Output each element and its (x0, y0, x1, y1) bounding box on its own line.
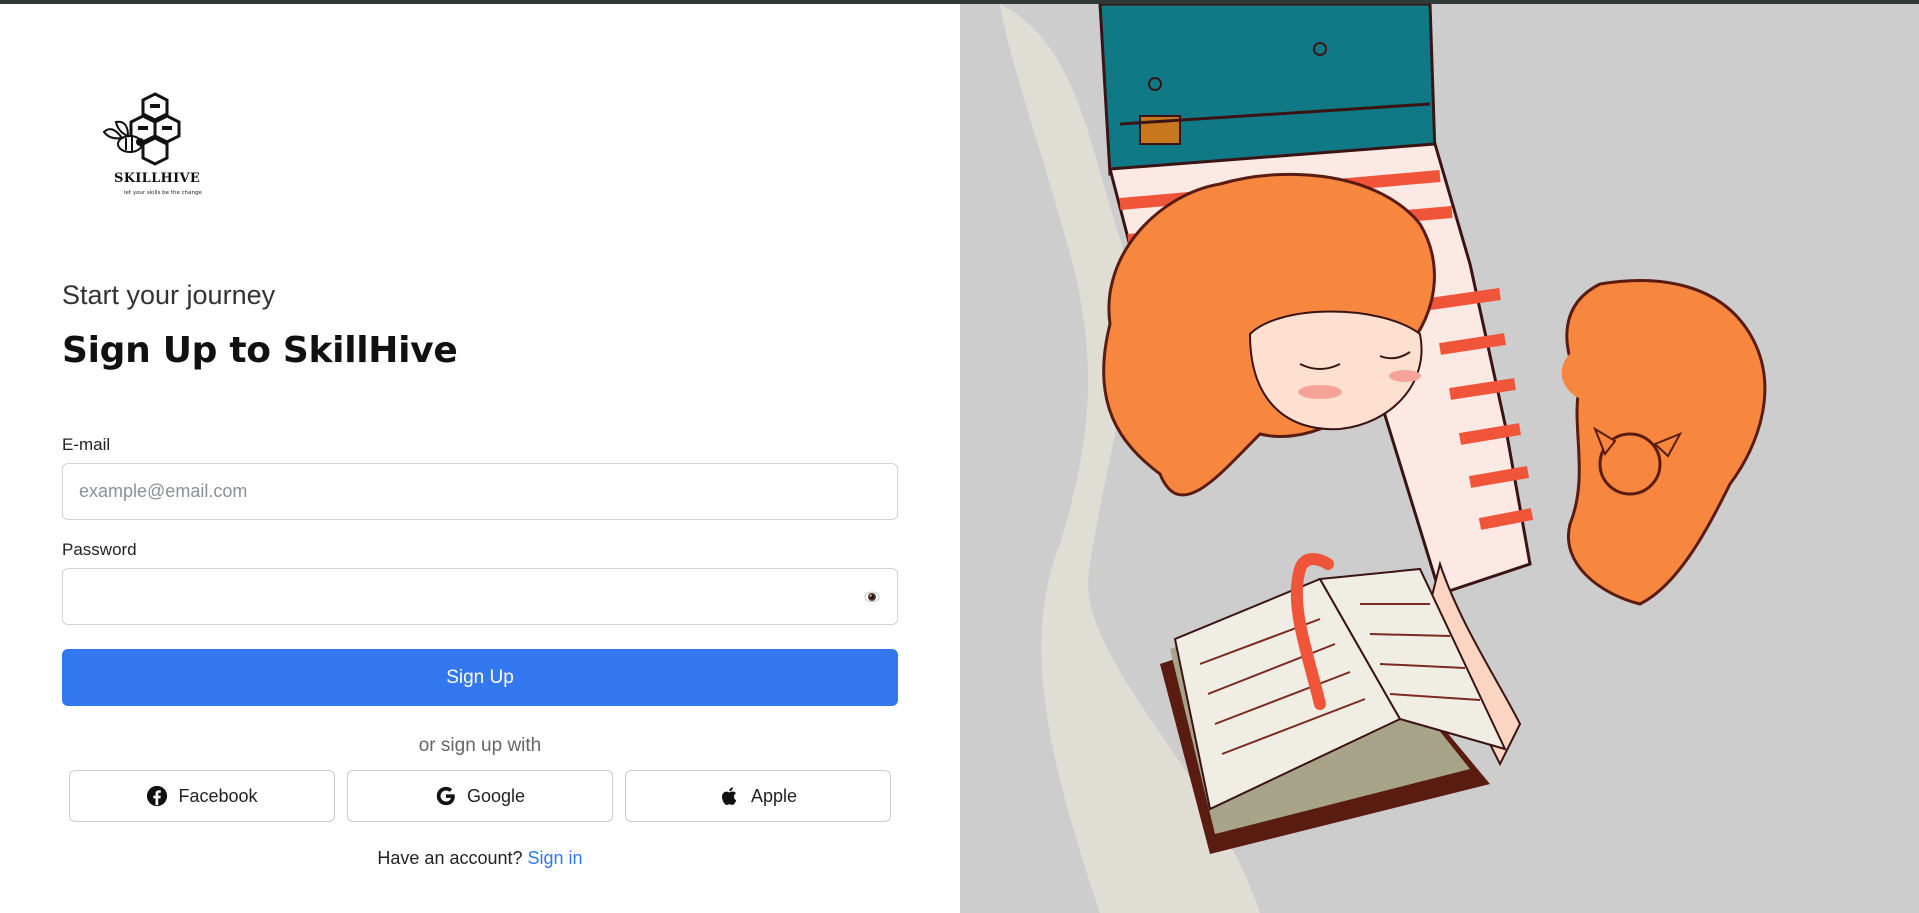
signin-prompt-text: Have an account? (377, 848, 523, 868)
email-label: E-mail (62, 435, 111, 454)
sign-in-link[interactable]: Sign in (528, 848, 583, 868)
password-label: Password (62, 540, 137, 559)
facebook-signup-button[interactable]: Facebook (69, 770, 335, 822)
signin-prompt: Have an account? Sign in (0, 848, 960, 869)
page-kicker: Start your journey (62, 280, 276, 310)
google-signup-button[interactable]: Google (347, 770, 613, 822)
facebook-icon (147, 785, 168, 807)
apple-label: Apple (750, 785, 798, 806)
email-field[interactable] (62, 463, 898, 520)
sign-up-button[interactable]: Sign Up (62, 649, 898, 706)
apple-signup-button[interactable]: Apple (625, 770, 891, 822)
page-title: Sign Up to SkillHive (62, 330, 458, 371)
google-label: Google (466, 785, 526, 806)
google-icon (436, 786, 455, 806)
show-password-eye-icon[interactable] (864, 589, 880, 605)
facebook-label: Facebook (178, 785, 258, 806)
brand-tagline: let your skills be the change (124, 190, 202, 196)
girl-reading-with-cat-illustration (1000, 4, 1767, 913)
apple-icon (721, 787, 737, 805)
brand-name: SKILLHIVE (114, 171, 201, 186)
illustration-panel (960, 4, 1919, 913)
password-field[interactable] (62, 568, 898, 625)
social-divider-text: or sign up with (418, 735, 542, 756)
hive-bee-icon (102, 92, 181, 166)
brand-logo: SKILLHIVE let your skills be the change (100, 86, 210, 206)
